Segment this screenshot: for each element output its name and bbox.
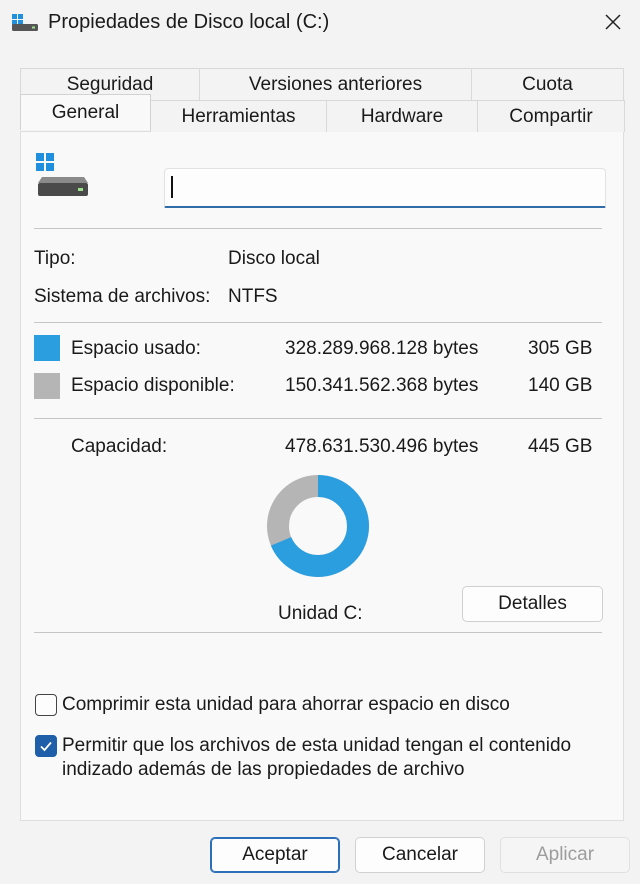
close-button[interactable]: [596, 6, 630, 38]
tab-compartir[interactable]: Compartir: [477, 100, 625, 132]
tab-herramientas[interactable]: Herramientas: [150, 100, 327, 132]
drive-title-icon: [12, 14, 38, 31]
tab-cuota[interactable]: Cuota: [471, 68, 624, 100]
filesystem-value: NTFS: [228, 286, 278, 307]
close-icon: [605, 14, 621, 30]
properties-window: Propiedades de Disco local (C:) Segurida…: [0, 0, 640, 884]
tabs-front-row: General Herramientas Hardware Compartir: [20, 94, 625, 132]
details-button[interactable]: Detalles: [462, 586, 603, 622]
capacity-gb: 445 GB: [528, 436, 593, 457]
used-space-gb: 305 GB: [528, 338, 593, 359]
ok-button[interactable]: Aceptar: [210, 837, 340, 873]
apply-button[interactable]: Aplicar: [500, 837, 630, 873]
capacity-label: Capacidad:: [71, 436, 168, 457]
checkmark-icon: [40, 741, 52, 752]
type-label: Tipo:: [34, 248, 76, 269]
tab-general[interactable]: General: [20, 94, 151, 130]
filesystem-label: Sistema de archivos:: [34, 286, 211, 307]
divider-2: [34, 322, 602, 323]
cancel-button[interactable]: Cancelar: [355, 837, 485, 873]
divider-4: [34, 632, 602, 633]
window-title: Propiedades de Disco local (C:): [48, 11, 330, 33]
unit-label: Unidad C:: [278, 603, 363, 624]
free-space-bytes: 150.341.562.368 bytes: [285, 375, 479, 396]
compress-label: Comprimir esta unidad para ahorrar espac…: [62, 694, 510, 715]
used-space-bytes: 328.289.968.128 bytes: [285, 338, 479, 359]
tab-versiones-anteriores[interactable]: Versiones anteriores: [199, 68, 472, 100]
index-checkbox[interactable]: [35, 735, 57, 757]
used-space-swatch: [34, 335, 60, 361]
drive-icon: [36, 153, 88, 196]
free-space-label: Espacio disponible:: [71, 375, 235, 396]
compress-checkbox[interactable]: [35, 694, 57, 716]
tab-hardware[interactable]: Hardware: [326, 100, 478, 132]
type-value: Disco local: [228, 248, 320, 269]
text-caret: [171, 176, 173, 198]
divider-3: [34, 418, 602, 419]
free-space-swatch: [34, 373, 60, 399]
used-space-label: Espacio usado:: [71, 338, 201, 359]
capacity-bytes: 478.631.530.496 bytes: [285, 436, 479, 457]
index-label-line1: Permitir que los archivos de esta unidad…: [62, 735, 572, 756]
divider-1: [34, 228, 602, 229]
index-label-line2: indizado además de las propiedades de ar…: [62, 759, 465, 780]
drive-name-input[interactable]: [164, 168, 606, 208]
title-bar: Propiedades de Disco local (C:): [0, 0, 640, 46]
usage-donut-chart: [267, 475, 369, 577]
free-space-gb: 140 GB: [528, 375, 593, 396]
